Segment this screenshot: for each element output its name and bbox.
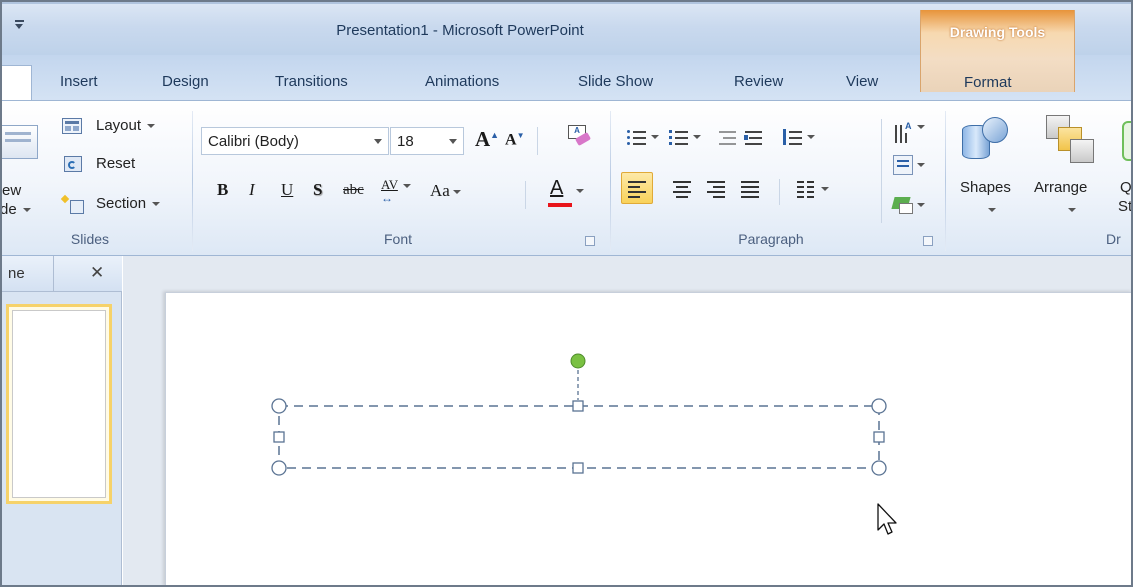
rotate-handle (570, 353, 586, 369)
mouse-pointer-icon (877, 503, 897, 535)
resize-handle-bottom-left (271, 460, 287, 476)
resize-handle-bottom (572, 462, 584, 474)
resize-handle-top-right (871, 398, 887, 414)
powerpoint-window: Presentation1 - Microsoft PowerPoint Ins… (0, 0, 1133, 587)
resize-handle-left (273, 431, 285, 443)
resize-handle-bottom-right (871, 460, 887, 476)
resize-handle-top-left (271, 398, 287, 414)
resize-handle-top (572, 400, 584, 412)
resize-handle-right (873, 431, 885, 443)
text-box-border (278, 405, 880, 469)
selected-text-box[interactable] (0, 0, 1133, 587)
